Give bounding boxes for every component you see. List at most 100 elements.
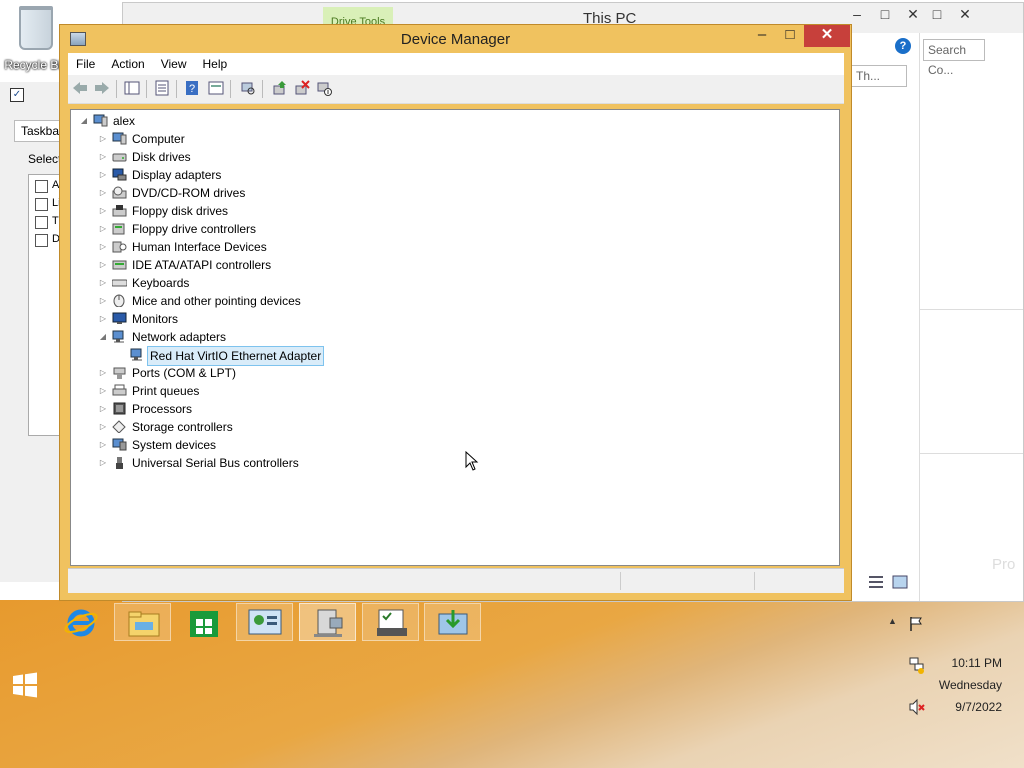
action-center-flag-icon[interactable] (908, 616, 924, 632)
device-tree-pane[interactable]: ◢ alex ▷ Computer ▷ Disk drives ▷ Display adapt… (70, 109, 840, 566)
minimize-icon[interactable]: – (843, 3, 871, 25)
close-icon[interactable]: ✕ (951, 3, 979, 25)
update-driver-icon[interactable] (272, 80, 288, 96)
tree-node[interactable]: Red Hat VirtIO Ethernet Adapter (71, 346, 831, 366)
device-manager-titlebar[interactable]: Device Manager – □ ✕ (60, 25, 851, 53)
expand-arrow-icon[interactable]: ▷ (98, 238, 108, 256)
tree-node[interactable]: ◢ Network adapters (71, 328, 831, 346)
floppy-controller-icon (112, 222, 127, 235)
back-arrow-icon[interactable] (72, 80, 88, 96)
show-hidden-icons-chevron-up-icon[interactable]: ▲ (888, 616, 897, 626)
expand-arrow-icon[interactable]: ▷ (98, 418, 108, 436)
expand-arrow-icon[interactable]: ▷ (98, 292, 108, 310)
expand-arrow-icon[interactable]: ▷ (98, 274, 108, 292)
tree-node[interactable]: ▷ System devices (71, 436, 831, 454)
expand-arrow-icon[interactable]: ▷ (98, 382, 108, 400)
tree-node[interactable]: ▷ Display adapters (71, 166, 831, 184)
tree-node[interactable]: ▷ Computer (71, 130, 831, 148)
properties-icon[interactable] (154, 80, 170, 96)
disable-device-icon[interactable] (316, 80, 332, 96)
tree-node[interactable]: ▷ Disk drives (71, 148, 831, 166)
taskbar-store[interactable] (176, 603, 233, 641)
minimize-button[interactable]: – (748, 25, 776, 47)
tree-node[interactable]: ▷ Keyboards (71, 274, 831, 292)
tree-node[interactable]: ▷ Monitors (71, 310, 831, 328)
taskbar-file-explorer[interactable] (114, 603, 171, 641)
toolbar-separator (262, 80, 263, 98)
menu-bar: File Action View Help (68, 53, 844, 75)
collapse-arrow-icon[interactable]: ◢ (79, 112, 89, 130)
expand-arrow-icon[interactable]: ▷ (98, 166, 108, 184)
export-list-icon[interactable] (208, 80, 224, 96)
tree-node[interactable]: ▷ IDE ATA/ATAPI controllers (71, 256, 831, 274)
uninstall-device-icon[interactable] (294, 80, 310, 96)
list-checkbox[interactable]: A (35, 179, 59, 193)
expand-arrow-icon[interactable]: ▷ (98, 220, 108, 238)
list-checkbox[interactable]: T (35, 215, 59, 229)
taskbar-task-manager[interactable] (362, 603, 419, 641)
maximize-icon[interactable]: □ (923, 3, 951, 25)
close-button[interactable]: ✕ (804, 25, 850, 47)
tree-node[interactable]: ▷ DVD/CD-ROM drives (71, 184, 831, 202)
expand-arrow-icon[interactable]: ▷ (98, 400, 108, 418)
checkbox-checked[interactable]: ✓ (10, 88, 24, 102)
expand-arrow-icon[interactable]: ▷ (98, 130, 108, 148)
menu-action[interactable]: Action (103, 53, 152, 75)
large-icons-view-icon[interactable] (892, 575, 908, 589)
expand-arrow-icon[interactable]: ▷ (98, 256, 108, 274)
list-checkbox[interactable]: Li (35, 197, 61, 211)
menu-file[interactable]: File (68, 53, 103, 75)
taskbar-device-manager[interactable] (299, 603, 356, 641)
menu-view[interactable]: View (153, 53, 195, 75)
store-icon (190, 611, 218, 637)
internet-explorer-icon (64, 609, 98, 637)
expand-arrow-icon[interactable]: ▷ (98, 184, 108, 202)
expand-arrow-icon[interactable]: ▷ (98, 202, 108, 220)
search-input[interactable]: Search Co... (923, 39, 985, 77)
tree-node-label: Processors (132, 402, 193, 416)
taskbar-internet-explorer[interactable] (56, 603, 113, 641)
expand-arrow-icon[interactable]: ▷ (98, 148, 108, 166)
tree-node[interactable]: ▷ Floppy disk drives (71, 202, 831, 220)
start-windows-icon[interactable] (12, 672, 38, 698)
help-icon[interactable]: ? (184, 80, 200, 96)
device-manager-window[interactable]: Device Manager – □ ✕ File Action View Help … (59, 24, 852, 601)
show-hide-console-tree-icon[interactable] (124, 80, 140, 96)
collapse-arrow-icon[interactable]: ◢ (98, 328, 108, 346)
task-scheduler-icon (377, 609, 407, 636)
tree-node[interactable]: ▷ Storage controllers (71, 418, 831, 436)
status-bar-separator (620, 572, 621, 590)
maximize-button[interactable]: □ (776, 25, 804, 47)
explorer-window-controls-2: □ ✕ (923, 3, 979, 27)
menu-help[interactable]: Help (195, 53, 236, 75)
windows-edition-watermark: Pro (992, 556, 1016, 573)
forward-arrow-icon[interactable] (94, 80, 110, 96)
tree-node[interactable]: ▷ Processors (71, 400, 831, 418)
search-input-2[interactable]: Th... (851, 65, 907, 87)
processor-icon (112, 402, 127, 415)
maximize-icon[interactable]: □ (871, 3, 899, 25)
tree-node-label: DVD/CD-ROM drives (132, 186, 246, 200)
expand-arrow-icon[interactable]: ▷ (98, 364, 108, 382)
tree-node[interactable]: ▷ Universal Serial Bus controllers (71, 454, 831, 472)
recycle-bin-icon (19, 6, 53, 50)
help-icon[interactable]: ? (895, 38, 911, 54)
expand-arrow-icon[interactable]: ▷ (98, 436, 108, 454)
list-checkbox[interactable]: D (35, 233, 60, 247)
scan-hardware-icon[interactable] (240, 80, 256, 96)
tree-node[interactable]: ▷ Human Interface Devices (71, 238, 831, 256)
taskbar-network-app[interactable] (424, 603, 481, 641)
tree-node[interactable]: ▷ Ports (COM & LPT) (71, 364, 831, 382)
tree-node[interactable]: ▷ Print queues (71, 382, 831, 400)
expand-arrow-icon[interactable]: ▷ (98, 454, 108, 472)
mouse-icon (112, 294, 127, 308)
tree-node[interactable]: ▷ Floppy drive controllers (71, 220, 831, 238)
expand-arrow-icon[interactable]: ▷ (98, 310, 108, 328)
system-clock[interactable]: 10:11 PM Wednesday 9/7/2022 (902, 652, 1002, 718)
printer-icon (112, 384, 127, 397)
details-view-icon[interactable] (868, 575, 884, 589)
taskbar-properties-window[interactable]: ✓ Taskbar Select A Li T D (0, 82, 72, 582)
tree-node[interactable]: ▷ Mice and other pointing devices (71, 292, 831, 310)
tree-node-label: Storage controllers (132, 420, 233, 434)
taskbar-control-panel[interactable] (236, 603, 293, 641)
